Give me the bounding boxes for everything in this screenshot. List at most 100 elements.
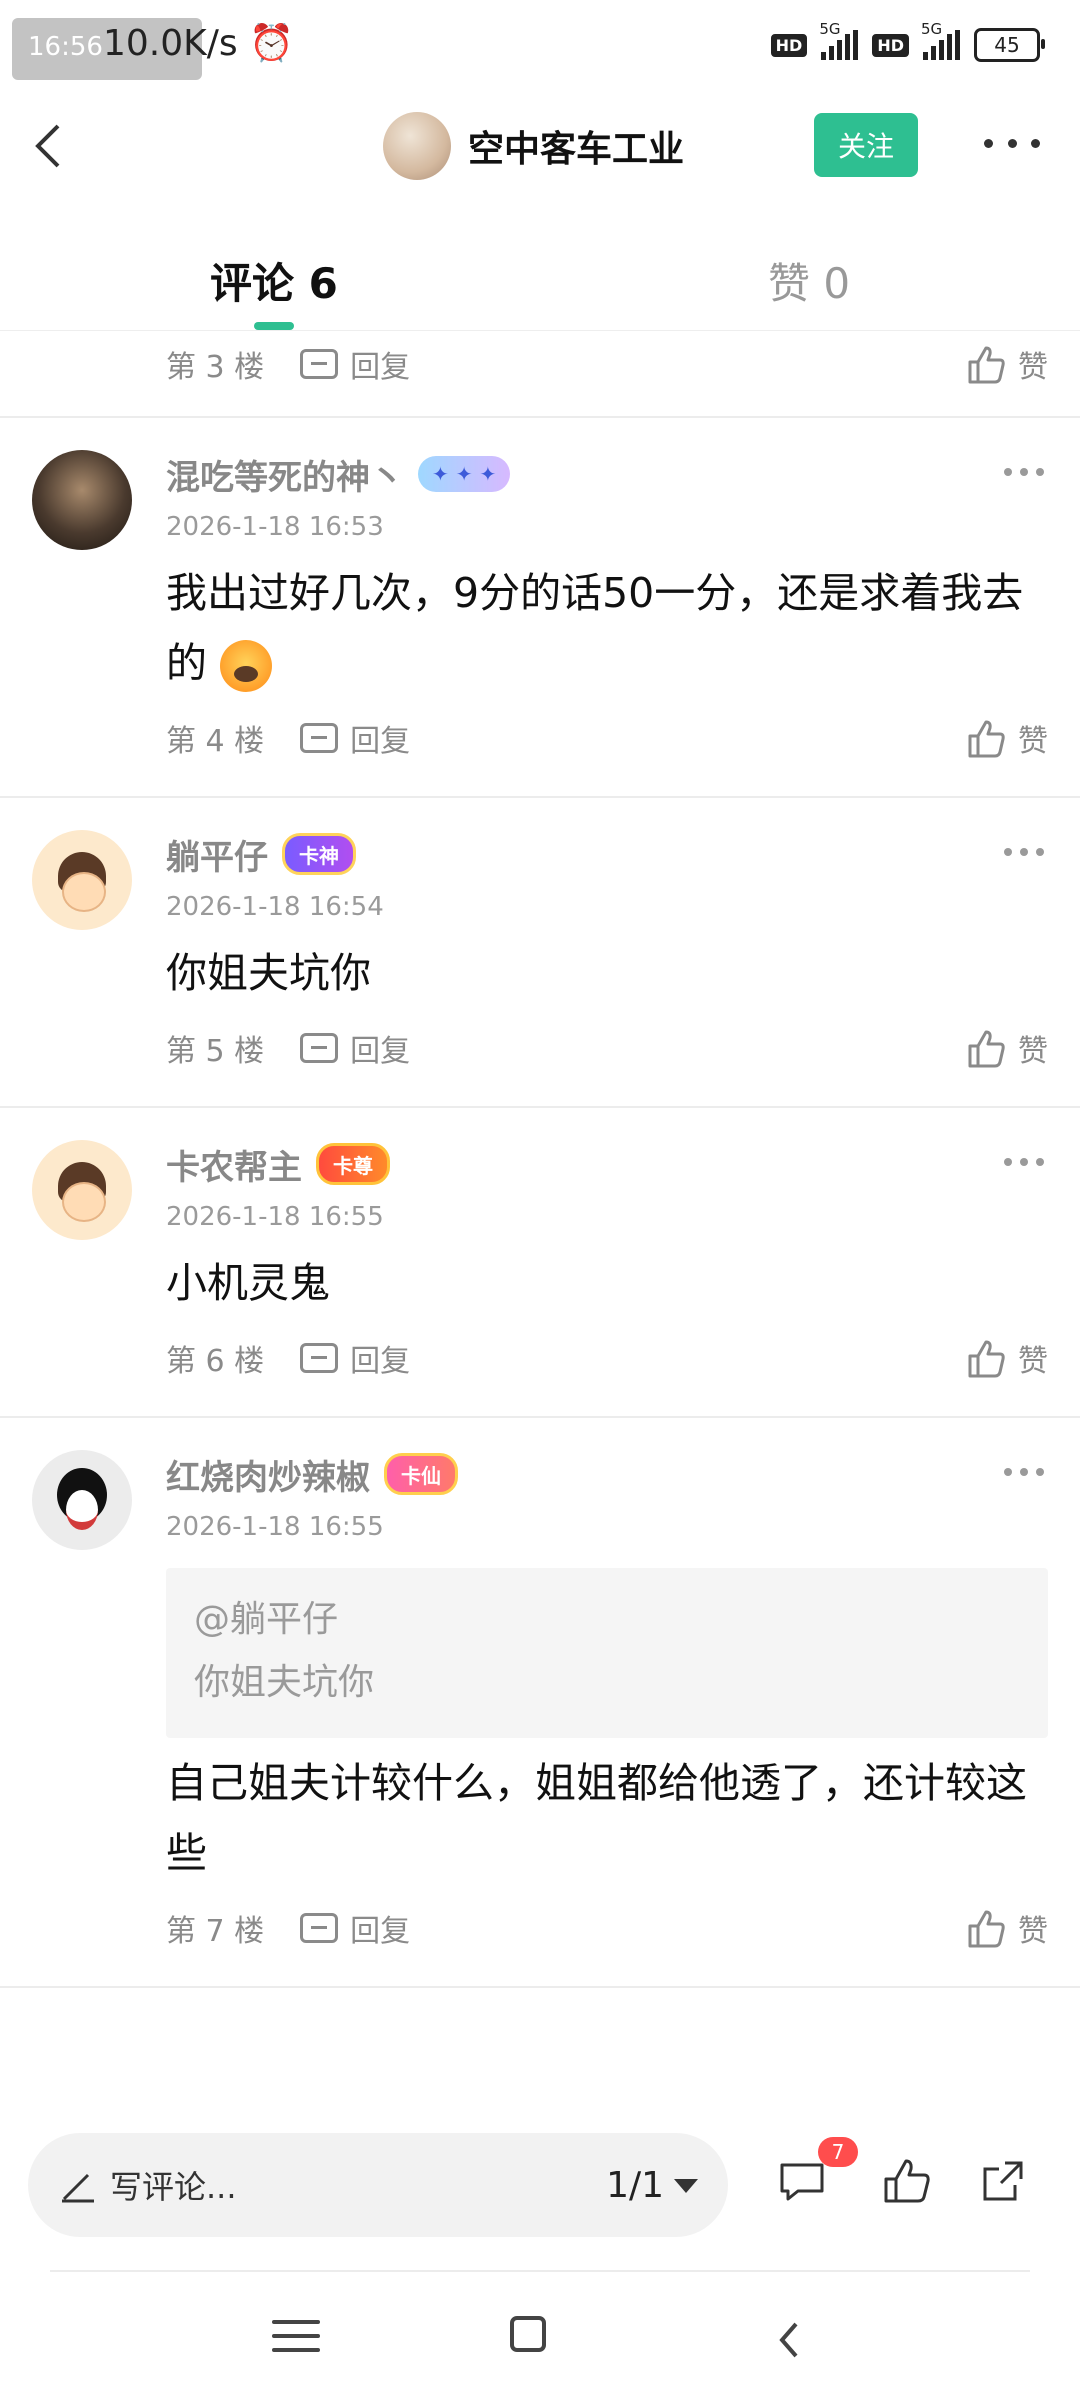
comment-text: 我出过好几次，9分的话50一分，还是求着我去的 — [166, 558, 1048, 698]
tab-comments[interactable]: 评论 6 — [210, 250, 338, 311]
username[interactable]: 红烧肉炒辣椒 — [166, 1450, 370, 1499]
more-horizontal-icon — [984, 138, 993, 148]
comment-text: 小机灵鬼 — [166, 1259, 330, 1307]
comment-item: 红烧肉炒辣椒 卡仙 2026-1-18 16:55 @躺平仔 你姐夫坑你 自己姐… — [0, 1418, 1080, 1988]
alarm-icon: ⏰ — [249, 23, 294, 64]
user-badge: 卡仙 — [384, 1453, 458, 1495]
thumb-up-icon — [968, 1030, 1005, 1068]
network-speed: 10.0K/s — [102, 23, 238, 64]
back-button[interactable] — [20, 116, 80, 176]
comment-text: 你姐夫坑你 — [166, 949, 371, 997]
reply-icon — [300, 1033, 339, 1063]
like-button[interactable]: 赞 — [964, 1026, 1048, 1070]
avatar[interactable] — [32, 450, 132, 550]
comment-more-button[interactable] — [1004, 1158, 1044, 1166]
system-nav-bar — [0, 2280, 1080, 2400]
page-title[interactable]: 空中客车工业 — [468, 120, 684, 172]
reply-button[interactable]: 回复 — [300, 1336, 410, 1380]
like-label: 赞 — [1018, 1034, 1048, 1069]
comment-list: 第 3 楼 回复 赞 混吃等死的神丶 ✦ ✦ ✦ 2026-1-18 16:53… — [0, 332, 1080, 1988]
home-button[interactable] — [510, 2316, 546, 2352]
like-button[interactable]: 赞 — [964, 1906, 1048, 1950]
author-avatar[interactable] — [383, 112, 451, 180]
pencil-icon — [62, 2173, 94, 2203]
page-indicator: 1/1 — [606, 2165, 664, 2206]
like-button[interactable]: 赞 — [964, 716, 1048, 760]
comment-input[interactable]: 写评论... 1/1 — [28, 2133, 728, 2237]
like-label: 赞 — [1018, 1344, 1048, 1379]
comment-time: 2026-1-18 16:55 — [166, 1202, 384, 1232]
username[interactable]: 躺平仔 — [166, 830, 268, 879]
comment-more-button[interactable] — [1004, 1468, 1044, 1476]
page-selector[interactable]: 1/1 — [606, 2165, 698, 2206]
like-button[interactable]: 赞 — [964, 1336, 1048, 1380]
floor-number: 第 3 楼 — [166, 350, 265, 385]
floor-number: 第 7 楼 — [166, 1914, 265, 1949]
reply-icon — [300, 349, 339, 379]
status-right: HD 5G HD 5G 45 — [770, 20, 1045, 62]
reply-label: 回复 — [350, 724, 411, 759]
system-back-button[interactable] — [760, 2310, 820, 2370]
reply-button[interactable]: 回复 — [300, 1026, 410, 1070]
divider — [50, 2270, 1030, 2272]
quoted-comment[interactable]: @躺平仔 你姐夫坑你 — [166, 1568, 1048, 1738]
username[interactable]: 卡农帮主 — [166, 1140, 302, 1189]
caret-down-icon — [674, 2178, 698, 2193]
like-label: 赞 — [1018, 350, 1048, 385]
reply-button[interactable]: 回复 — [300, 1906, 410, 1950]
avatar[interactable] — [32, 1140, 132, 1240]
username[interactable]: 混吃等死的神丶 — [166, 450, 404, 499]
signal-icon-2: 5G — [921, 20, 960, 60]
share-button[interactable] — [975, 2153, 1031, 2209]
active-tab-indicator — [254, 322, 294, 330]
reply-button[interactable]: 回复 — [300, 716, 410, 760]
comment-actions: 第 6 楼 回复 赞 — [166, 1326, 1048, 1390]
status-time: 16:56 — [28, 32, 103, 62]
chevron-left-icon — [779, 2322, 798, 2358]
comment-item: 混吃等死的神丶 ✦ ✦ ✦ 2026-1-18 16:53 我出过好几次，9分的… — [0, 418, 1080, 798]
input-placeholder: 写评论... — [110, 2168, 237, 2206]
user-badge: ✦ ✦ ✦ — [418, 456, 511, 492]
more-button[interactable] — [984, 128, 1040, 158]
quoted-user: @躺平仔 — [194, 1599, 339, 1640]
comment-text: 自己姐夫计较什么，姐姐都给他透了，还计较这些 — [166, 1759, 1027, 1877]
reply-label: 回复 — [350, 1034, 411, 1069]
reply-label: 回复 — [350, 350, 411, 385]
thumb-up-icon — [884, 2159, 930, 2203]
floor-number: 第 6 楼 — [166, 1344, 265, 1379]
reply-icon — [300, 723, 339, 753]
avatar[interactable] — [32, 1450, 132, 1550]
comment-more-button[interactable] — [1004, 848, 1044, 856]
comment-time: 2026-1-18 16:54 — [166, 892, 384, 922]
floor-number: 第 4 楼 — [166, 724, 265, 759]
status-bar: 16:5610.0K/s ⏰ HD 5G HD 5G 45 — [0, 0, 1080, 100]
comment-more-button[interactable] — [1004, 468, 1044, 476]
comment-actions: 第 7 楼 回复 赞 — [166, 1896, 1048, 1960]
reply-button[interactable]: 回复 — [300, 342, 410, 386]
reply-label: 回复 — [350, 1914, 411, 1949]
like-button[interactable]: 赞 — [964, 342, 1048, 386]
comment-item: 卡农帮主 卡尊 2026-1-18 16:55 小机灵鬼 第 6 楼 回复 赞 — [0, 1108, 1080, 1418]
comment-tabs: 评论 6 赞 0 — [0, 230, 1080, 331]
like-label: 赞 — [1018, 1914, 1048, 1949]
comment-actions: 第 3 楼 回复 赞 — [166, 332, 1048, 396]
reply-icon — [300, 1343, 339, 1373]
status-left: 16:5610.0K/s ⏰ — [28, 22, 294, 64]
share-icon — [983, 2161, 1023, 2201]
comment-time: 2026-1-18 16:53 — [166, 512, 384, 542]
comment-actions: 第 5 楼 回复 赞 — [166, 1016, 1048, 1080]
reply-label: 回复 — [350, 1344, 411, 1379]
thumb-up-icon — [968, 346, 1005, 384]
comment-item: 躺平仔 卡神 2026-1-18 16:54 你姐夫坑你 第 5 楼 回复 赞 — [0, 798, 1080, 1108]
like-post-button[interactable] — [878, 2153, 934, 2209]
tab-likes[interactable]: 赞 0 — [768, 250, 850, 311]
recent-apps-button[interactable] — [266, 2310, 326, 2370]
thumb-up-icon — [968, 1910, 1005, 1948]
follow-button[interactable]: 关注 — [814, 113, 918, 177]
quoted-text: 你姐夫坑你 — [194, 1662, 375, 1703]
reply-icon — [300, 1913, 339, 1943]
battery-icon: 45 — [974, 28, 1045, 62]
emoji-icon — [220, 640, 273, 692]
avatar[interactable] — [32, 830, 132, 930]
bottom-action-bar: 写评论... 1/1 7 — [0, 2105, 1080, 2265]
